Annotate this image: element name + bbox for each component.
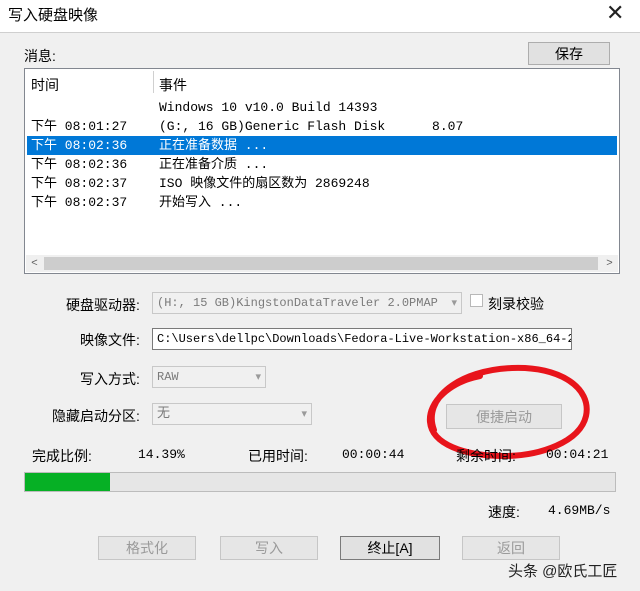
- image-file-field[interactable]: C:\Users\dellpc\Downloads\Fedora-Live-Wo…: [152, 328, 572, 350]
- chevron-down-icon: ▾: [451, 296, 457, 309]
- hidden-partition-label: 隐藏启动分区:: [52, 408, 140, 424]
- log-time: 下午 08:02:37: [31, 195, 128, 210]
- log-event: 开始写入 ...: [159, 195, 243, 210]
- watermark: 头条 @欧氏工匠: [508, 563, 618, 580]
- chevron-down-icon: ▾: [301, 407, 307, 420]
- remaining-value: 00:04:21: [546, 447, 609, 462]
- drive-select[interactable]: (H:, 15 GB)KingstonDataTraveler 2.0PMAP …: [152, 292, 462, 314]
- elapsed-label: 已用时间:: [248, 448, 308, 464]
- scroll-left-icon[interactable]: <: [26, 255, 43, 272]
- verify-checkbox[interactable]: [470, 294, 483, 307]
- log-event: 正在准备数据 ...: [159, 138, 269, 153]
- back-button[interactable]: 返回: [462, 536, 560, 560]
- log-row[interactable]: 下午 08:02:37 ISO 映像文件的扇区数为 2869248: [27, 174, 617, 193]
- chevron-down-icon: ▾: [255, 370, 261, 383]
- progress-bar: [24, 472, 616, 492]
- window-title: 写入硬盘映像: [8, 7, 99, 24]
- verify-label[interactable]: 刻录校验: [488, 294, 544, 314]
- stop-button[interactable]: 终止[A]: [340, 536, 440, 560]
- log-row[interactable]: 下午 08:01:27 (G:, 16 GB)Generic Flash Disk…: [27, 117, 617, 136]
- log-time: 下午 08:02:37: [31, 176, 128, 191]
- write-method-value: RAW: [157, 370, 179, 384]
- log-time: 下午 08:02:36: [31, 157, 128, 172]
- drive-label: 硬盘驱动器:: [66, 297, 140, 313]
- log-row[interactable]: 下午 08:02:36 正在准备介质 ...: [27, 155, 617, 174]
- log-row[interactable]: Windows 10 v10.0 Build 14393: [27, 98, 617, 117]
- write-method-label: 写入方式:: [80, 371, 140, 387]
- drive-select-value: (H:, 15 GB)KingstonDataTraveler 2.0PMAP: [157, 296, 438, 310]
- column-header-event[interactable]: 事件: [159, 75, 187, 95]
- horizontal-scrollbar[interactable]: < >: [26, 255, 618, 272]
- write-button[interactable]: 写入: [220, 536, 318, 560]
- log-time: 下午 08:01:27: [31, 119, 128, 134]
- image-file-label: 映像文件:: [80, 332, 140, 348]
- column-separator: [153, 71, 154, 93]
- progress-fill: [25, 473, 110, 491]
- elapsed-value: 00:00:44: [342, 447, 405, 462]
- format-button[interactable]: 格式化: [98, 536, 196, 560]
- hidden-partition-value: 无: [157, 406, 171, 421]
- scroll-right-icon[interactable]: >: [601, 255, 618, 272]
- log-time: 下午 08:02:36: [31, 138, 128, 153]
- log-event: ISO 映像文件的扇区数为 2869248: [159, 176, 370, 191]
- speed-label: 速度:: [488, 504, 520, 520]
- log-event: (G:, 16 GB)Generic Flash Disk 8.07: [159, 119, 464, 134]
- log-event: Windows 10 v10.0 Build 14393: [159, 100, 378, 115]
- progress-value: 14.39%: [138, 447, 185, 462]
- column-header-time[interactable]: 时间: [31, 75, 59, 95]
- save-button[interactable]: 保存: [528, 42, 610, 65]
- log-row-selected[interactable]: 下午 08:02:36 正在准备数据 ...: [27, 136, 617, 155]
- remaining-label: 剩余时间:: [456, 448, 516, 464]
- speed-value: 4.69MB/s: [548, 503, 611, 518]
- progress-label: 完成比例:: [32, 448, 92, 464]
- messages-label: 消息:: [24, 48, 56, 64]
- write-method-select[interactable]: RAW ▾: [152, 366, 266, 388]
- scrollbar-thumb[interactable]: [44, 257, 598, 270]
- message-log[interactable]: 时间 事件 Windows 10 v10.0 Build 14393 下午 08…: [24, 68, 620, 274]
- log-event: 正在准备介质 ...: [159, 157, 269, 172]
- hidden-partition-select[interactable]: 无 ▾: [152, 403, 312, 425]
- log-row[interactable]: 下午 08:02:37 开始写入 ...: [27, 193, 617, 212]
- close-icon[interactable]: ✕: [606, 0, 624, 26]
